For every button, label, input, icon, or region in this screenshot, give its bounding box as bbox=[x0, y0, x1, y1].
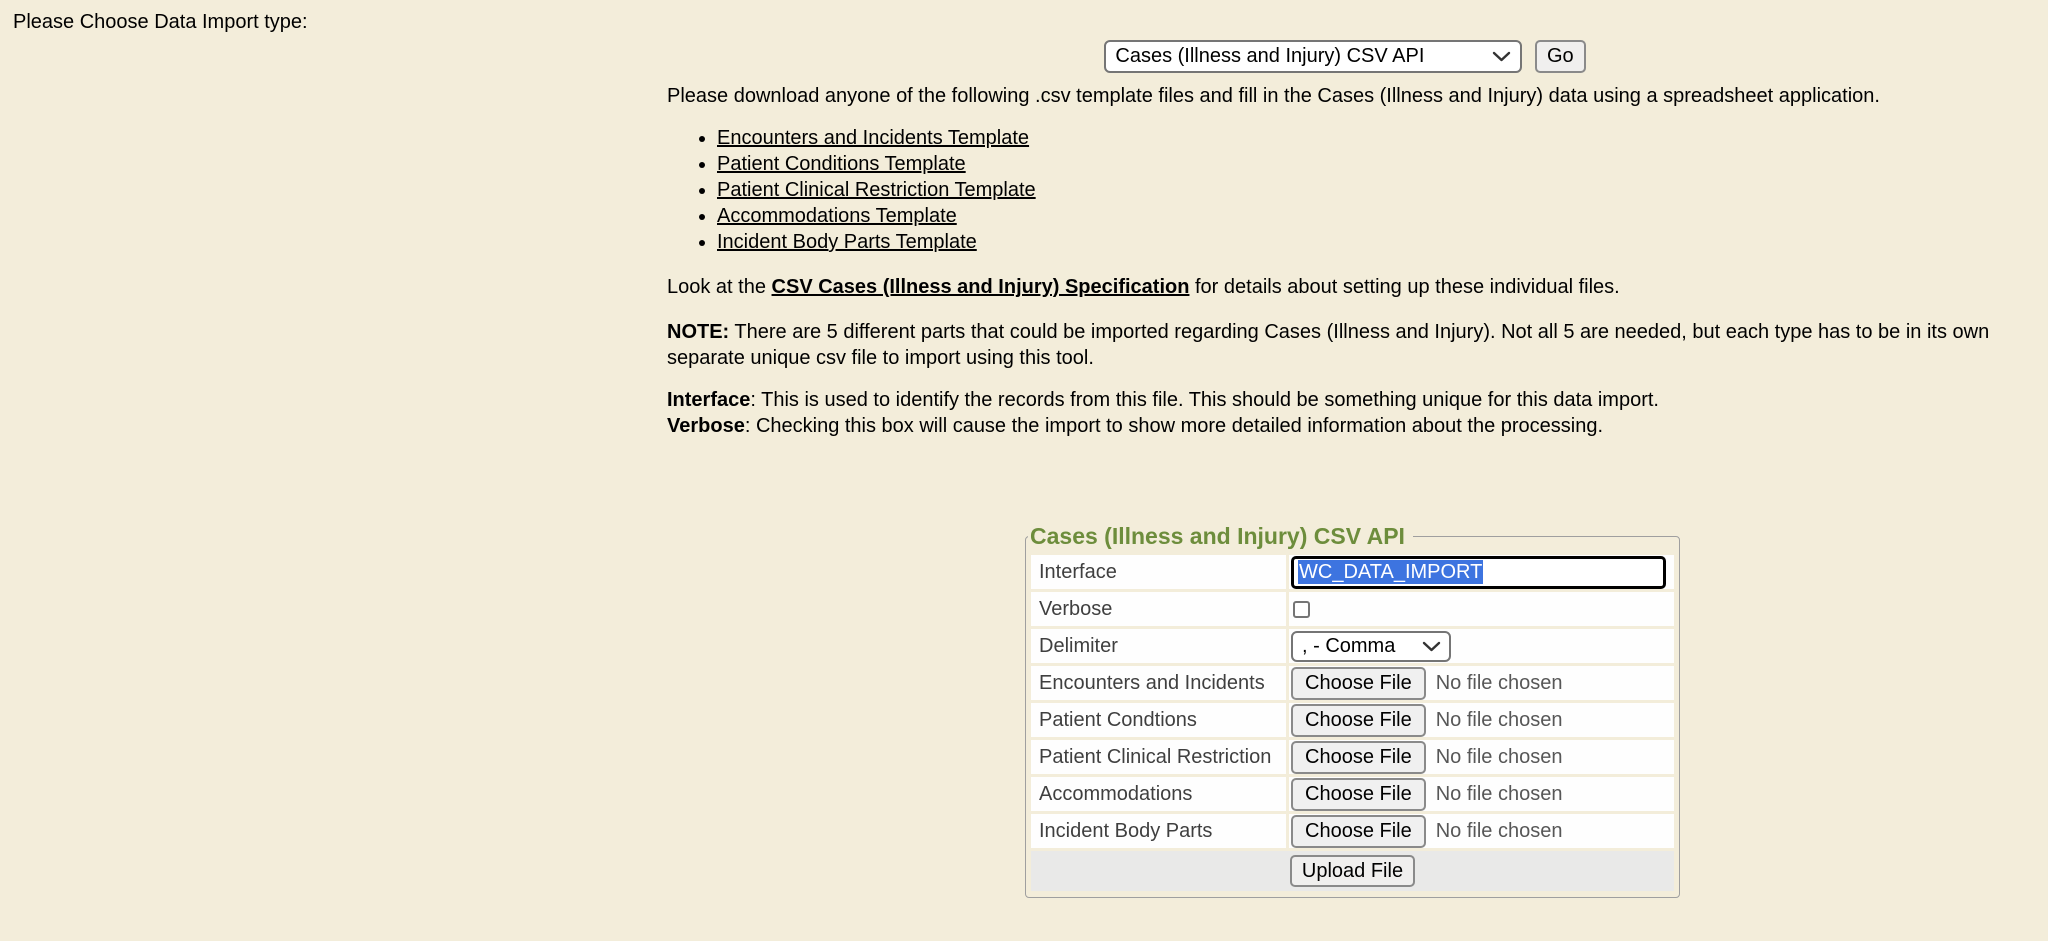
template-link-incident-body-parts[interactable]: Incident Body Parts Template bbox=[717, 231, 977, 253]
delimiter-row-label: Delimiter bbox=[1031, 629, 1286, 663]
interface-definition: Interface: This is used to identify the … bbox=[667, 389, 1659, 411]
template-link-patient-clinical-restriction[interactable]: Patient Clinical Restriction Template bbox=[717, 179, 1036, 201]
file-row-label: Patient Clinical Restriction bbox=[1031, 740, 1286, 774]
file-status: No file chosen bbox=[1436, 746, 1563, 768]
file-row-label: Patient Condtions bbox=[1031, 703, 1286, 737]
file-status: No file chosen bbox=[1436, 672, 1563, 694]
csv-api-legend: Cases (Illness and Injury) CSV API bbox=[1028, 523, 1413, 550]
import-type-select-wrap: Cases (Illness and Injury) CSV API bbox=[1104, 40, 1522, 73]
table-row-delimiter: Delimiter , - Comma bbox=[1031, 629, 1674, 663]
look-at-suffix: for details about setting up these indiv… bbox=[1189, 276, 1619, 298]
template-link-list: Encounters and Incidents Template Patien… bbox=[667, 126, 2023, 255]
verbose-checkbox[interactable] bbox=[1293, 601, 1310, 618]
template-link-accommodations[interactable]: Accommodations Template bbox=[717, 205, 957, 227]
upload-file-button[interactable]: Upload File bbox=[1290, 855, 1415, 887]
list-item: Patient Conditions Template bbox=[717, 152, 2023, 177]
interface-input[interactable]: WC_DATA_IMPORT bbox=[1291, 556, 1666, 589]
choose-file-button-incident-body-parts[interactable]: Choose File bbox=[1291, 815, 1426, 848]
csv-api-fieldset: Cases (Illness and Injury) CSV API Inter… bbox=[1025, 523, 1680, 898]
file-status: No file chosen bbox=[1436, 709, 1563, 731]
table-row-file-encounters-incidents: Encounters and Incidents Choose File No f… bbox=[1031, 666, 1674, 700]
choose-file-button-patient-conditions[interactable]: Choose File bbox=[1291, 704, 1426, 737]
field-definitions: Interface: This is used to identify the … bbox=[667, 387, 2023, 439]
look-at-prefix: Look at the bbox=[667, 276, 772, 298]
table-row-file-incident-body-parts: Incident Body Parts Choose File No file c… bbox=[1031, 814, 1674, 848]
interface-input-selected-text: WC_DATA_IMPORT bbox=[1298, 560, 1483, 584]
csv-api-table: Interface WC_DATA_IMPORT Verbose Delimit… bbox=[1028, 552, 1677, 894]
verbose-definition: Verbose: Checking this box will cause th… bbox=[667, 415, 1603, 437]
file-row-label: Accommodations bbox=[1031, 777, 1286, 811]
table-row-file-patient-conditions: Patient Condtions Choose File No file cho… bbox=[1031, 703, 1674, 737]
note-text: There are 5 different parts that could b… bbox=[667, 321, 1989, 369]
delimiter-select-wrap: , - Comma bbox=[1291, 631, 1451, 662]
list-item: Patient Clinical Restriction Template bbox=[717, 178, 2023, 203]
file-row-label: Incident Body Parts bbox=[1031, 814, 1286, 848]
note-label: NOTE: bbox=[667, 321, 729, 343]
table-row-file-patient-clinical-restriction: Patient Clinical Restriction Choose File… bbox=[1031, 740, 1674, 774]
import-type-select[interactable]: Cases (Illness and Injury) CSV API bbox=[1104, 40, 1522, 73]
file-status: No file chosen bbox=[1436, 783, 1563, 805]
list-item: Encounters and Incidents Template bbox=[717, 126, 2023, 151]
table-row-verbose: Verbose bbox=[1031, 592, 1674, 626]
list-item: Incident Body Parts Template bbox=[717, 230, 2023, 255]
table-row-upload: Upload File bbox=[1031, 851, 1674, 891]
table-row-interface: Interface WC_DATA_IMPORT bbox=[1031, 555, 1674, 589]
note-paragraph: NOTE: There are 5 different parts that c… bbox=[667, 319, 2023, 371]
table-row-file-accommodations: Accommodations Choose File No file chosen bbox=[1031, 777, 1674, 811]
main-content: Cases (Illness and Injury) CSV API Go Pl… bbox=[667, 0, 2023, 898]
csv-specification-link[interactable]: CSV Cases (Illness and Injury) Specifica… bbox=[772, 276, 1190, 298]
template-link-encounters-incidents[interactable]: Encounters and Incidents Template bbox=[717, 127, 1029, 149]
download-instructions: Please download anyone of the following … bbox=[667, 83, 2023, 109]
file-row-label: Encounters and Incidents bbox=[1031, 666, 1286, 700]
go-button[interactable]: Go bbox=[1535, 40, 1586, 73]
specification-line: Look at the CSV Cases (Illness and Injur… bbox=[667, 274, 2023, 300]
import-type-chooser: Cases (Illness and Injury) CSV API Go bbox=[667, 40, 2023, 74]
choose-file-button-encounters-incidents[interactable]: Choose File bbox=[1291, 667, 1426, 700]
choose-file-button-accommodations[interactable]: Choose File bbox=[1291, 778, 1426, 811]
choose-file-button-patient-clinical-restriction[interactable]: Choose File bbox=[1291, 741, 1426, 774]
delimiter-select[interactable]: , - Comma bbox=[1291, 631, 1451, 662]
verbose-row-label: Verbose bbox=[1031, 592, 1286, 626]
file-status: No file chosen bbox=[1436, 820, 1563, 842]
list-item: Accommodations Template bbox=[717, 204, 2023, 229]
template-link-patient-conditions[interactable]: Patient Conditions Template bbox=[717, 153, 966, 175]
import-type-prompt: Please Choose Data Import type: bbox=[13, 11, 308, 34]
interface-row-label: Interface bbox=[1031, 555, 1286, 589]
